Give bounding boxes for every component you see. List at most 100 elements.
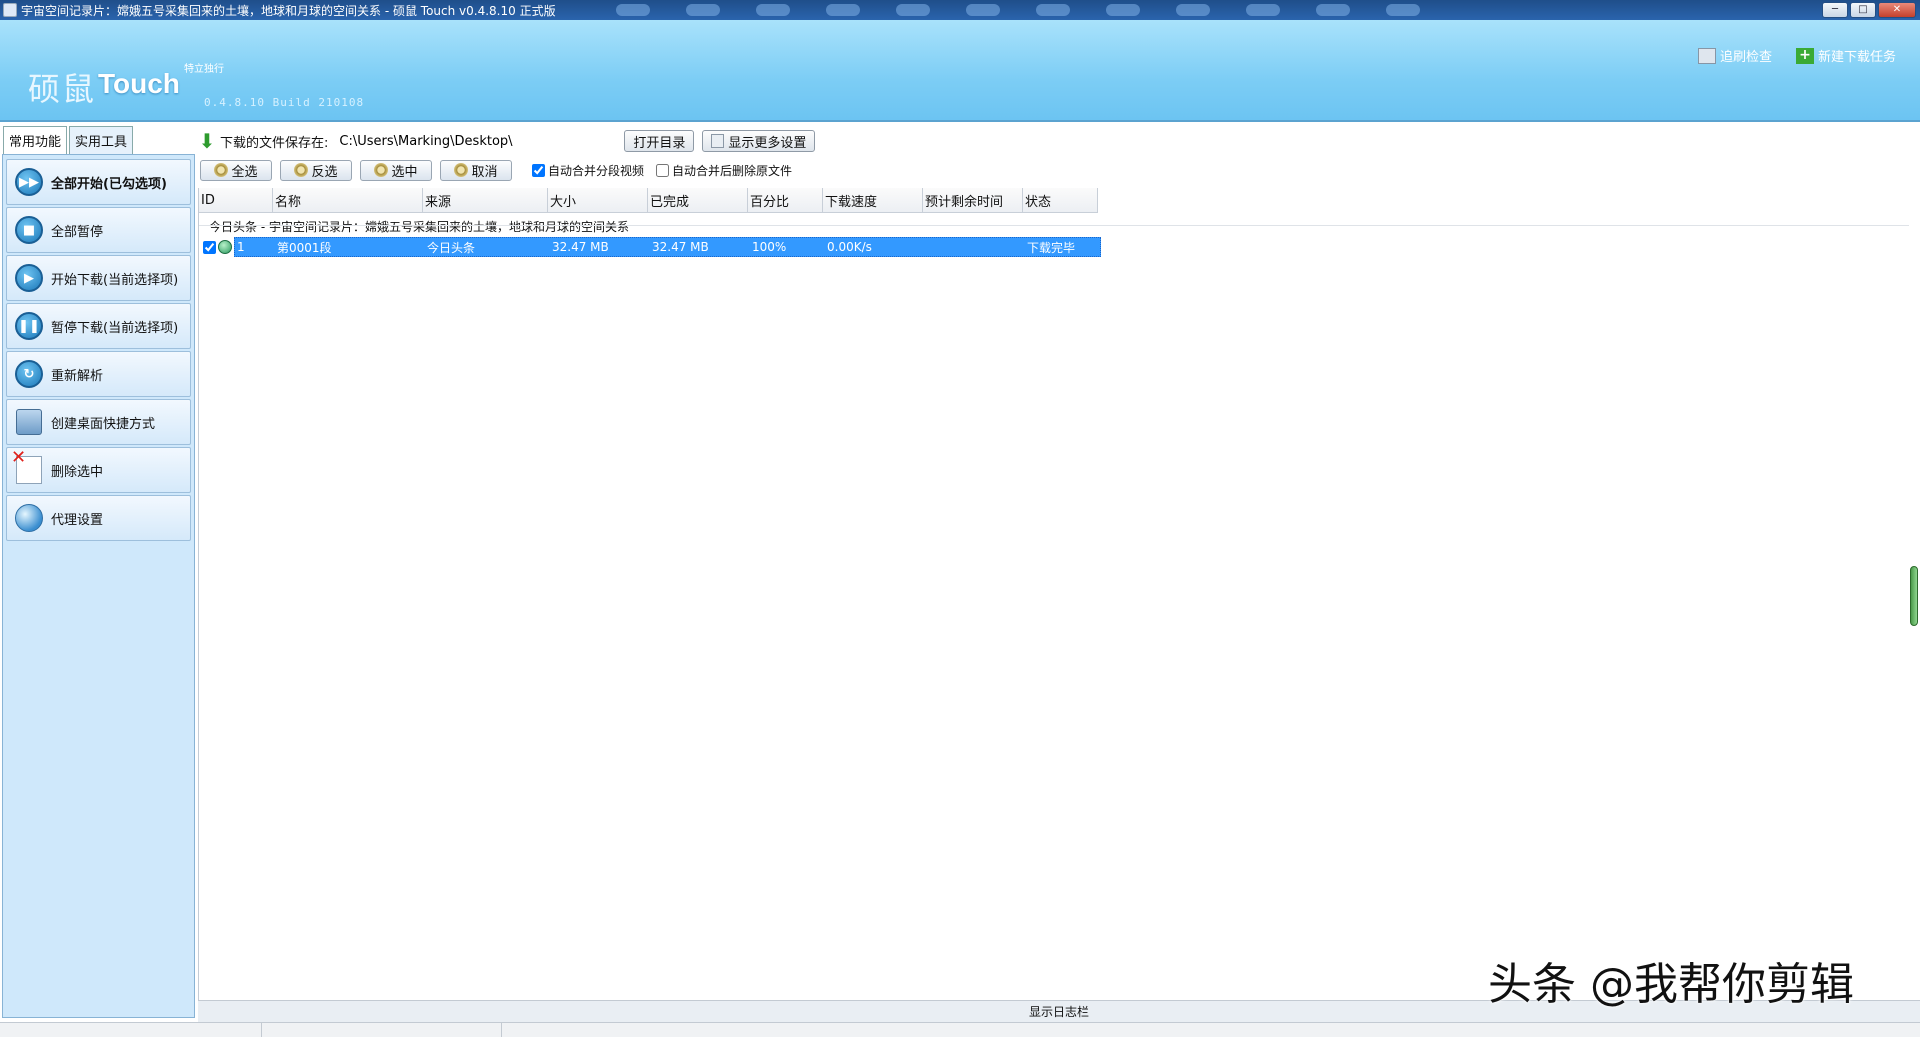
logo-touch: Touch: [98, 68, 180, 99]
start-selected-label: 开始下载(当前选择项): [51, 272, 179, 288]
auto-delete-label: 自动合并后删除原文件: [672, 163, 793, 178]
gear-icon: [374, 163, 389, 177]
watermark: 头条 @我帮你剪辑: [1488, 959, 1854, 1010]
proxy-settings-button[interactable]: 代理设置: [6, 495, 191, 541]
column-speed[interactable]: 下载速度: [823, 188, 923, 213]
cell-id: 1: [237, 240, 245, 254]
reparse-label: 重新解析: [51, 368, 104, 384]
complete-status-icon: [218, 240, 232, 254]
scrollbar-thumb[interactable]: [1910, 566, 1918, 626]
table-row[interactable]: 1 第0001段 今日头条 32.47 MB 32.47 MB 100% 0.0…: [199, 237, 1101, 257]
auto-merge-checkbox[interactable]: [532, 163, 545, 177]
logo-tagline: 特立独行: [184, 64, 224, 75]
column-id[interactable]: ID: [199, 188, 273, 213]
cell-speed: 0.00K/s: [827, 240, 872, 254]
save-path-label: 下载的文件保存在:: [220, 135, 329, 151]
tab-tools[interactable]: 实用工具: [69, 126, 134, 154]
select-all-button[interactable]: 全选: [200, 159, 272, 181]
auto-merge-label: 自动合并分段视频: [548, 163, 645, 178]
group-divider: [199, 225, 1909, 226]
start-selected-button[interactable]: ▶ 开始下载(当前选择项): [6, 255, 191, 301]
double-play-icon: ▶▶: [15, 168, 43, 196]
gear-icon: [294, 163, 309, 177]
cell-name: 第0001段: [277, 240, 332, 255]
gear-icon: [454, 163, 469, 177]
more-settings-label: 显示更多设置: [728, 135, 807, 151]
pause-all-label: 全部暂停: [51, 224, 104, 240]
column-percent[interactable]: 百分比: [748, 188, 823, 213]
check-link[interactable]: 追刷检查: [1698, 46, 1772, 65]
selection-toolbar: 全选 反选 选中 取消 自动合并分段视频 自动合并后删除原文件: [200, 158, 792, 182]
select-button[interactable]: 选中: [360, 159, 432, 181]
create-shortcut-button[interactable]: 创建桌面快捷方式: [6, 399, 191, 445]
auto-delete-option[interactable]: 自动合并后删除原文件: [656, 162, 792, 179]
cell-status: 下载完毕: [1027, 240, 1076, 255]
cell-done: 32.47 MB: [652, 240, 709, 254]
create-shortcut-label: 创建桌面快捷方式: [51, 416, 156, 432]
cancel-selection-button[interactable]: 取消: [440, 159, 512, 181]
column-status[interactable]: 状态: [1023, 188, 1098, 213]
check-label: 追刷检查: [1720, 50, 1773, 65]
delete-icon: ✕: [11, 449, 42, 484]
selected-row-cells[interactable]: 1 第0001段 今日头条 32.47 MB 32.47 MB 100% 0.0…: [234, 237, 1101, 257]
column-size[interactable]: 大小: [548, 188, 648, 213]
status-bar: [0, 1022, 1920, 1037]
title-bar: 宇宙空间记录片：嫦娥五号采集回来的土壤，地球和月球的空间关系 - 硕鼠 Touc…: [0, 0, 1920, 20]
column-done[interactable]: 已完成: [648, 188, 748, 213]
reparse-button[interactable]: ↻ 重新解析: [6, 351, 191, 397]
delete-selected-button[interactable]: ✕ 删除选中: [6, 447, 191, 493]
app-icon: [3, 3, 17, 17]
maximize-button[interactable]: □: [1850, 2, 1876, 18]
cell-source: 今日头条: [427, 240, 476, 255]
invert-selection-button[interactable]: 反选: [280, 159, 352, 181]
delete-selected-label: 删除选中: [51, 464, 104, 480]
proxy-settings-label: 代理设置: [51, 512, 104, 528]
logo-chinese: 硕鼠: [28, 70, 97, 108]
download-arrow-icon: ⬇: [198, 129, 216, 153]
row-checkbox[interactable]: [203, 240, 216, 254]
stop-icon: ■: [15, 216, 43, 244]
table-header: ID 名称 来源 大小 已完成 百分比 下载速度 预计剩余时间 状态: [199, 188, 1098, 213]
auto-delete-checkbox[interactable]: [656, 163, 670, 177]
cancel-label: 取消: [471, 164, 498, 180]
save-path-row: ⬇ 下载的文件保存在: 打开目录 显示更多设置: [198, 126, 1918, 156]
pause-icon: ❚❚: [15, 312, 43, 340]
play-icon: ▶: [15, 264, 43, 292]
globe-icon: [15, 504, 43, 532]
cell-percent: 100%: [752, 240, 787, 254]
minimize-button[interactable]: ─: [1822, 2, 1848, 18]
pause-selected-label: 暂停下载(当前选择项): [51, 320, 179, 336]
title-bar-decoration: [556, 0, 1822, 20]
plus-icon: +: [1796, 47, 1814, 64]
download-list: ID 名称 来源 大小 已完成 百分比 下载速度 预计剩余时间 状态 今日头条 …: [198, 188, 1909, 1000]
select-label: 选中: [391, 164, 418, 180]
close-button[interactable]: ✕: [1878, 2, 1916, 18]
check-icon: [1698, 47, 1716, 64]
invert-label: 反选: [311, 164, 338, 180]
gear-icon: [214, 163, 229, 177]
new-task-label: 新建下载任务: [1818, 50, 1897, 65]
cell-size: 32.47 MB: [552, 240, 609, 254]
column-eta[interactable]: 预计剩余时间: [923, 188, 1023, 213]
version-label: 0.4.8.10 Build 210108: [204, 96, 365, 109]
app-header: 硕鼠 Touch 特立独行 0.4.8.10 Build 210108 追刷检查…: [0, 20, 1920, 122]
settings-page-icon: [711, 134, 725, 148]
start-all-label: 全部开始(已勾选项): [51, 176, 167, 192]
left-tabs: 常用功能 实用工具: [3, 126, 134, 154]
more-settings-button[interactable]: 显示更多设置: [702, 130, 816, 152]
pause-selected-button[interactable]: ❚❚ 暂停下载(当前选择项): [6, 303, 191, 349]
pause-all-button[interactable]: ■ 全部暂停: [6, 207, 191, 253]
column-source[interactable]: 来源: [423, 188, 548, 213]
window-title: 宇宙空间记录片：嫦娥五号采集回来的土壤，地球和月球的空间关系 - 硕鼠 Touc…: [21, 3, 556, 18]
sidebar: ▶▶ 全部开始(已勾选项) ■ 全部暂停 ▶ 开始下载(当前选择项) ❚❚ 暂停…: [2, 154, 195, 1018]
group-title: 今日头条 - 宇宙空间记录片：嫦娥五号采集回来的土壤，地球和月球的空间关系: [209, 220, 629, 234]
new-task-link[interactable]: + 新建下载任务: [1796, 46, 1896, 65]
auto-merge-option[interactable]: 自动合并分段视频: [532, 162, 644, 179]
start-all-button[interactable]: ▶▶ 全部开始(已勾选项): [6, 159, 191, 205]
refresh-icon: ↻: [15, 360, 43, 388]
save-path-input[interactable]: [336, 130, 617, 152]
column-name[interactable]: 名称: [273, 188, 423, 213]
tab-common[interactable]: 常用功能: [3, 126, 68, 154]
select-all-label: 全选: [231, 164, 258, 180]
open-directory-button[interactable]: 打开目录: [624, 130, 695, 152]
